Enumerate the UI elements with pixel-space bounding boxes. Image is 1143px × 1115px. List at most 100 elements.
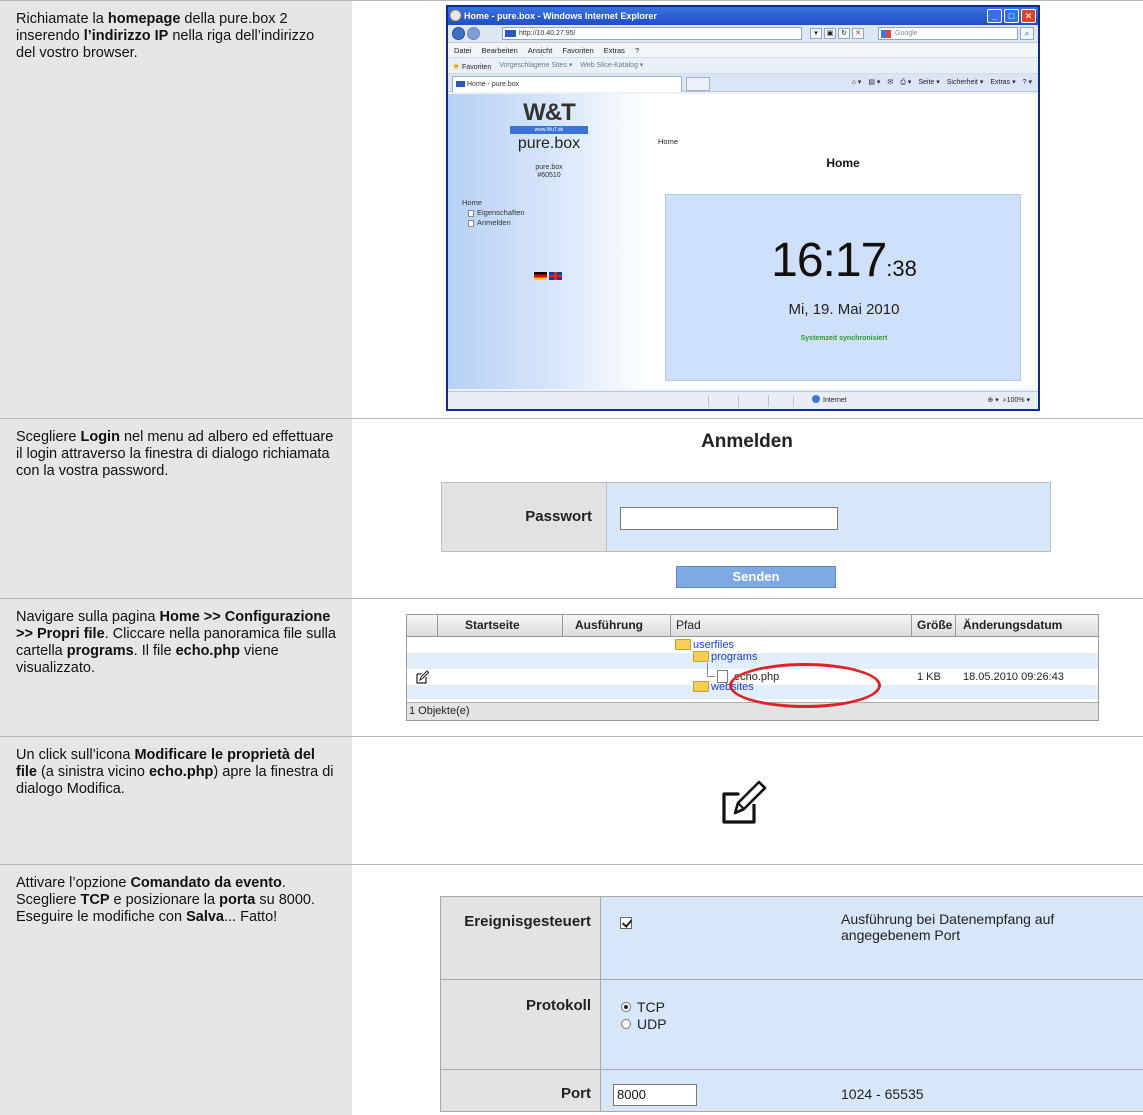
cmd-security[interactable]: Sicherheit ▾ xyxy=(947,77,984,89)
text: Navigare sulla pagina xyxy=(16,609,160,625)
menu-favorites[interactable]: Favoriten xyxy=(562,43,593,57)
password-input[interactable] xyxy=(620,507,838,530)
menu-tools[interactable]: Extras xyxy=(604,43,625,57)
bold-text: programs xyxy=(66,643,134,659)
menu-view[interactable]: Ansicht xyxy=(528,43,553,57)
step-row-5: Attivare l’opzione Comandato da evento. … xyxy=(0,864,1143,1115)
step-4-text: Un click sull’icona Modificare le propri… xyxy=(0,737,352,864)
compat-icon[interactable]: ▣ xyxy=(824,28,836,39)
model-line-2: #60510 xyxy=(537,172,561,179)
col-groesse[interactable]: Größe xyxy=(917,615,952,636)
col-divider xyxy=(437,615,438,636)
back-icon[interactable] xyxy=(452,27,465,40)
print-icon[interactable]: ⎙ ▾ xyxy=(900,77,911,89)
protocol-tcp-radio[interactable] xyxy=(621,1002,631,1012)
step-2-text: Scegliere Login nel menu ad albero ed ef… xyxy=(0,419,352,598)
protocol-udp-radio[interactable] xyxy=(621,1019,631,1029)
send-button[interactable]: Senden xyxy=(676,566,836,588)
col-divider xyxy=(562,615,563,636)
browser-title: Home - pure.box - Windows Internet Explo… xyxy=(464,11,657,21)
favorites-button[interactable]: ★ Favoriten xyxy=(452,58,491,73)
clock-date: Mi, 19. Mai 2010 xyxy=(788,301,900,318)
text: Scegliere xyxy=(16,429,81,445)
step-2-figure: Anmelden Passwort Senden xyxy=(352,419,1143,598)
web-content: W&T www.WuT.de pure.box pure.box #60510 … xyxy=(448,94,1038,389)
tree-item-anmelden[interactable]: Anmelden xyxy=(462,218,525,228)
flag-de-icon[interactable] xyxy=(534,272,547,280)
document-icon xyxy=(468,209,474,217)
col-aenderungsdatum[interactable]: Änderungsdatum xyxy=(963,615,1062,636)
table-row[interactable]: programs xyxy=(407,651,1098,669)
event-description: Ausführung bei Datenempfang auf angegebe… xyxy=(841,911,1055,943)
password-label: Passwort xyxy=(442,483,607,551)
refresh-icon[interactable]: ↻ xyxy=(838,28,850,39)
bold-text: porta xyxy=(219,892,256,908)
col-ausfuehrung[interactable]: Ausführung xyxy=(575,615,643,636)
bold-text: echo.php xyxy=(175,643,241,659)
help-icon[interactable]: ? ▾ xyxy=(1023,77,1032,89)
tree-item-eigenschaften[interactable]: Eigenschaften xyxy=(462,208,525,218)
home-icon[interactable]: ⌂ ▾ xyxy=(852,77,862,89)
fav-link-suggested[interactable]: Vorgeschlagene Sites ▾ xyxy=(499,58,572,73)
close-icon[interactable]: ✕ xyxy=(1021,9,1036,23)
text: e posizionare la xyxy=(109,892,220,908)
step-4-figure xyxy=(352,737,1143,864)
mail-icon[interactable]: ✉ xyxy=(887,77,893,89)
login-form: Passwort xyxy=(441,482,1051,552)
wt-logo: W&T xyxy=(523,99,576,126)
text: Un click sull’icona xyxy=(16,747,135,763)
options-form: Ereignisgesteuert Ausführung bei Datenem… xyxy=(440,896,1143,1112)
tab-strip: Home - pure.box ⌂ ▾ ▤ ▾ ✉ ⎙ ▾ Seite ▾ Si… xyxy=(448,74,1038,92)
forward-icon[interactable] xyxy=(467,27,480,40)
flag-uk-icon[interactable] xyxy=(549,272,562,280)
folder-label: programs xyxy=(711,651,758,663)
tree-item-home[interactable]: Home xyxy=(462,198,525,208)
browser-title-bar: Home - pure.box - Windows Internet Explo… xyxy=(448,7,1038,25)
time-hm: 16:17 xyxy=(771,234,887,287)
bold-text: echo.php xyxy=(148,764,214,780)
menu-help[interactable]: ? xyxy=(635,43,639,57)
url-text: http://10.40.27.95/ xyxy=(519,30,576,37)
tab-home[interactable]: Home - pure.box xyxy=(452,76,682,92)
dropdown-icon[interactable]: ▾ xyxy=(810,28,822,39)
search-input[interactable]: Google xyxy=(878,27,1018,40)
zoom-control[interactable]: ⊕ ▾ ⌕100% ▾ xyxy=(987,392,1030,409)
minimize-icon[interactable]: _ xyxy=(987,9,1002,23)
protocol-label: Protokoll xyxy=(525,997,591,1014)
file-size: 1 KB xyxy=(917,671,941,683)
tab-favicon-icon xyxy=(456,81,465,87)
stop-icon[interactable]: ✕ xyxy=(852,28,864,39)
ie-logo-icon xyxy=(450,10,461,21)
menu-edit[interactable]: Bearbeiten xyxy=(482,43,518,57)
protocol-tcp-label: TCP xyxy=(637,999,665,1015)
feeds-icon[interactable]: ▤ ▾ xyxy=(868,77,880,89)
star-icon: ★ xyxy=(452,61,461,71)
text: (a sinistra vicino xyxy=(36,764,149,780)
address-tools: ▾ ▣ ↻ ✕ xyxy=(810,28,864,39)
col-startseite[interactable]: Startseite xyxy=(465,615,520,636)
fav-link-webslice[interactable]: Web Slice-Katalog ▾ xyxy=(580,58,643,73)
step-row-1: Richiamate la homepage della pure.box 2 … xyxy=(0,0,1143,418)
event-label: Ereignisgesteuert xyxy=(464,913,591,930)
folder-programs[interactable]: programs xyxy=(693,649,757,665)
bold-text: Comandato da evento xyxy=(130,875,282,891)
step-3-figure: Startseite Ausführung Pfad Größe Änderun… xyxy=(352,599,1143,736)
google-icon xyxy=(881,30,891,38)
status-divider xyxy=(793,395,794,407)
cmd-page[interactable]: Seite ▾ xyxy=(918,77,939,89)
url-input[interactable]: http://10.40.27.95/ xyxy=(502,27,802,40)
wt-url-strip: www.WuT.de xyxy=(510,126,588,134)
folder-icon xyxy=(675,639,691,650)
folder-open-icon xyxy=(693,651,709,662)
menu-file[interactable]: Datei xyxy=(454,43,472,57)
cmd-tools[interactable]: Extras ▾ xyxy=(990,77,1015,89)
model-line-1: pure.box xyxy=(535,164,563,171)
search-icon[interactable]: ⌕ xyxy=(1020,27,1034,40)
port-input[interactable]: 8000 xyxy=(613,1084,697,1106)
col-pfad[interactable]: Pfad xyxy=(676,615,701,636)
new-tab-button[interactable] xyxy=(686,77,710,91)
edit-properties-icon[interactable] xyxy=(718,780,768,826)
maximize-icon[interactable]: □ xyxy=(1004,9,1019,23)
event-checkbox[interactable] xyxy=(620,917,632,929)
edit-properties-icon[interactable] xyxy=(415,670,429,684)
